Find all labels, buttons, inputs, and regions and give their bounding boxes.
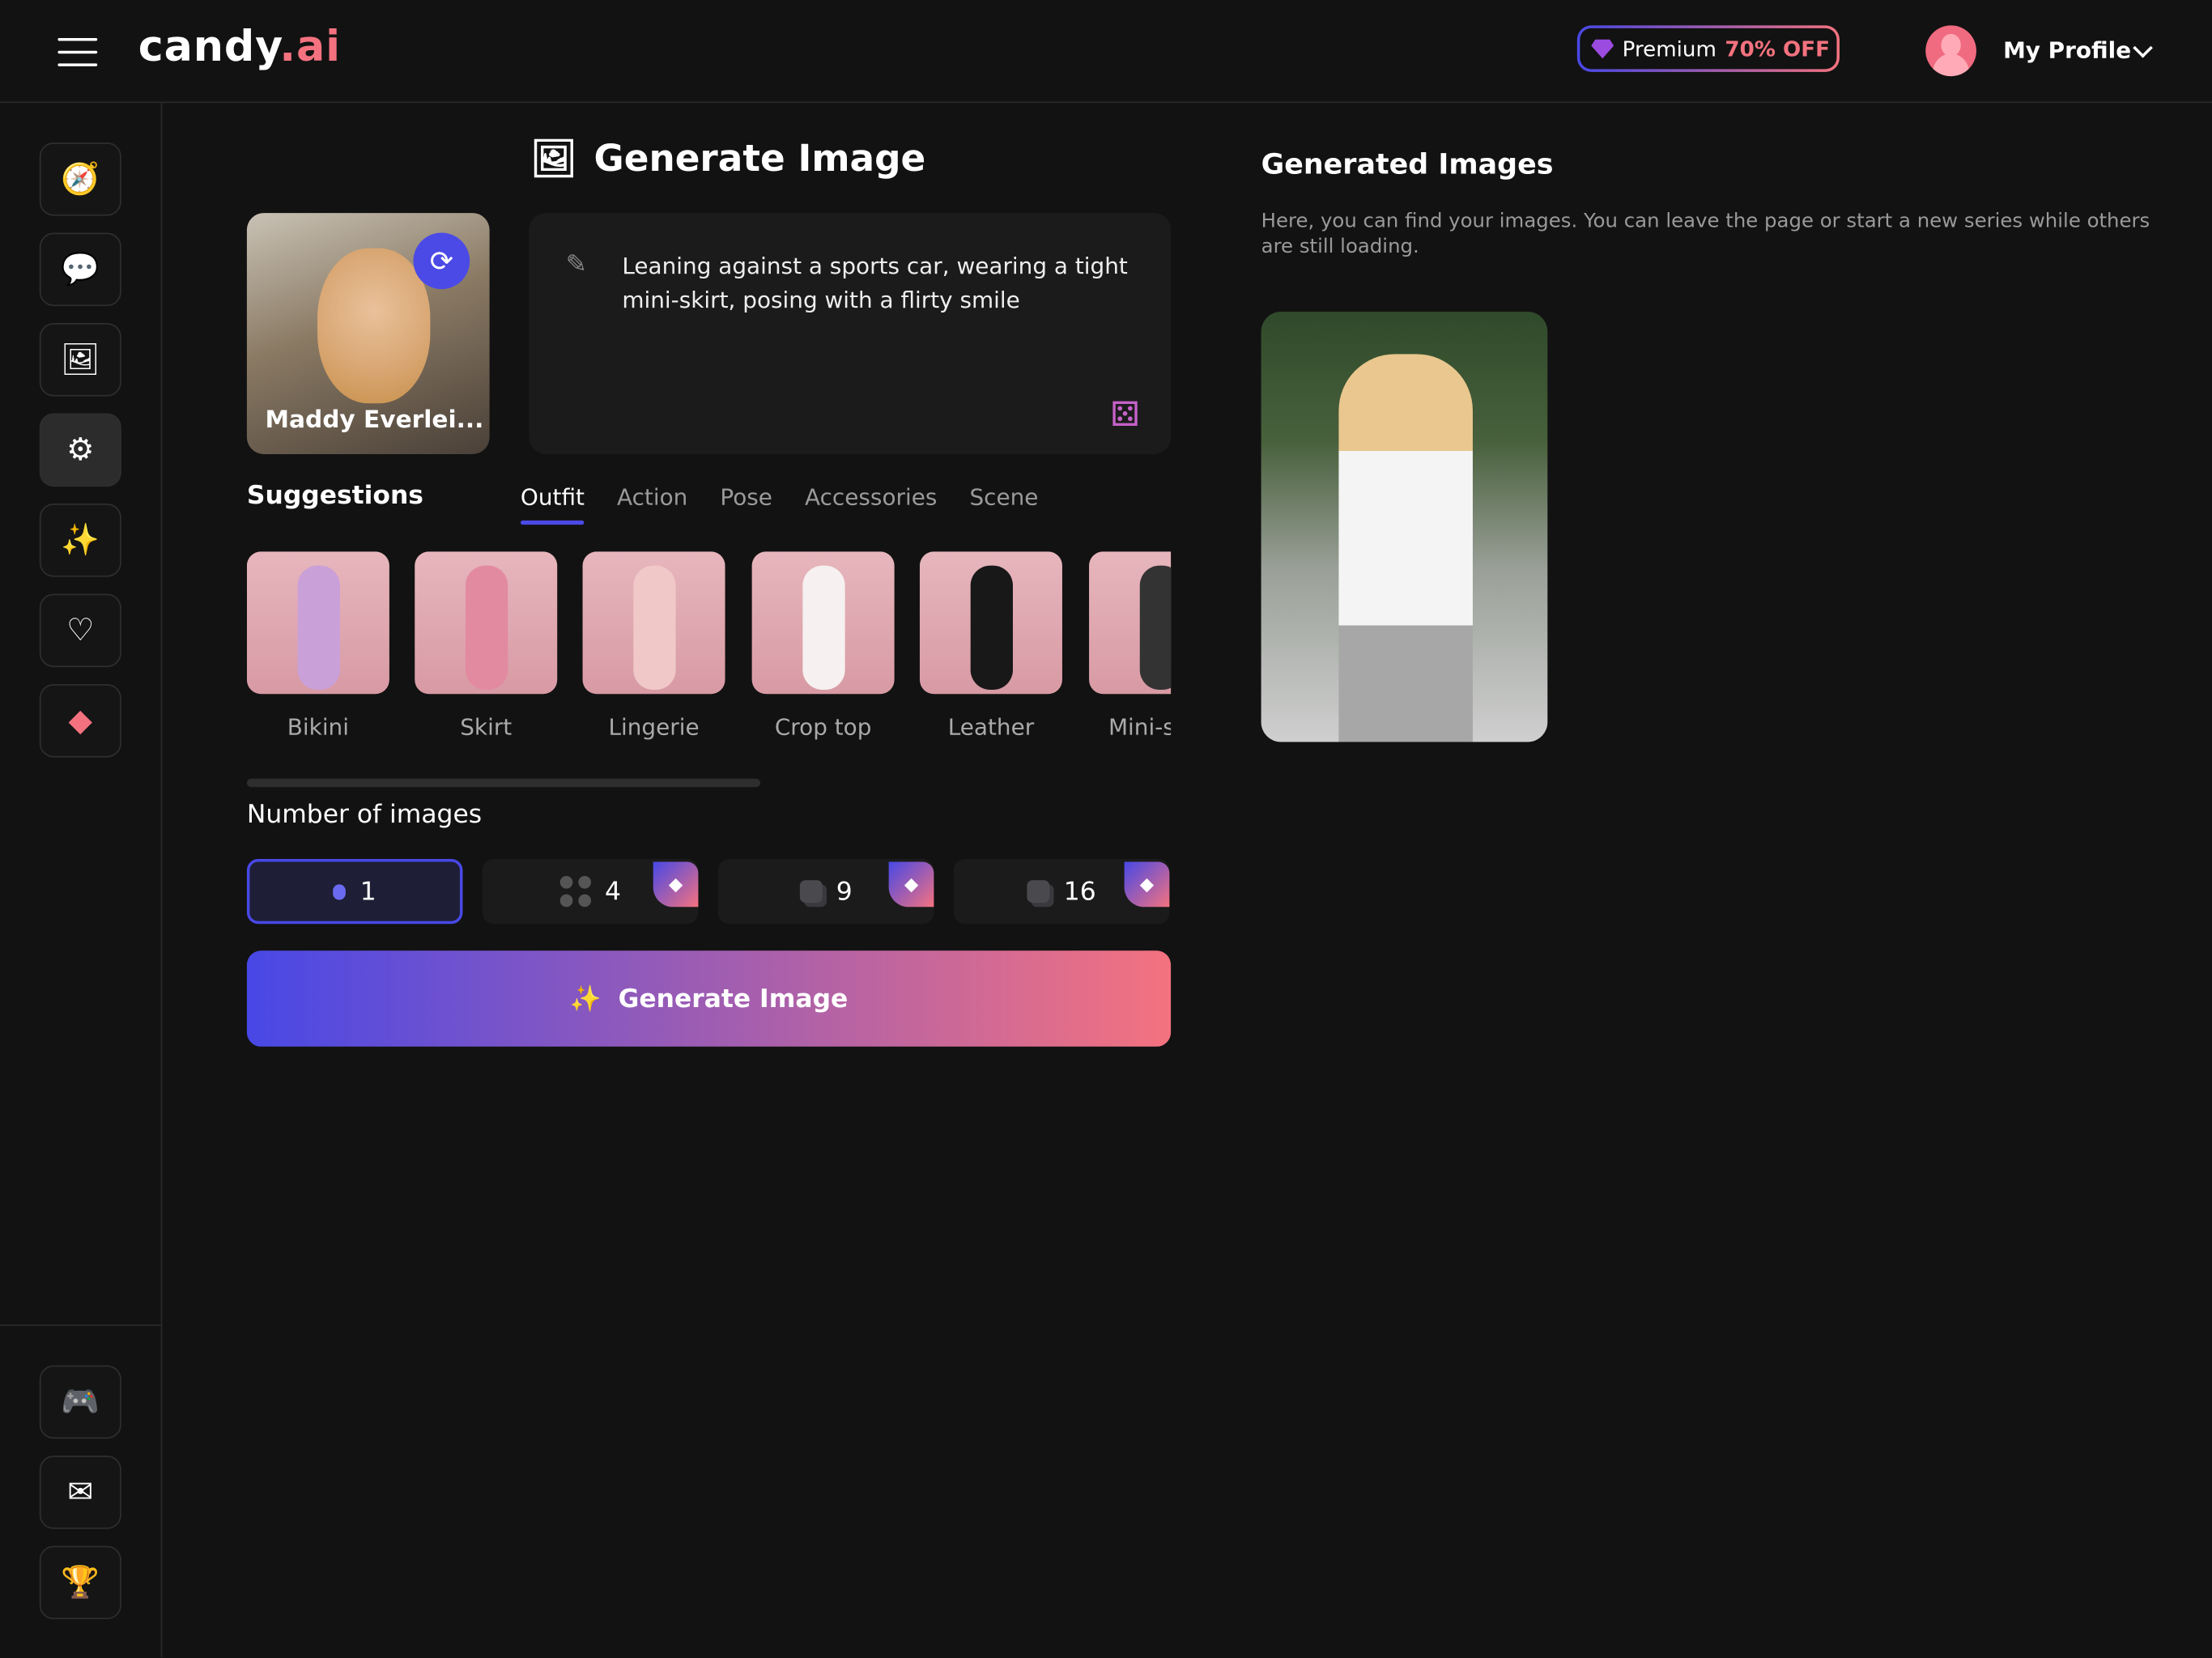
suggestions-label: Suggestions [246,481,423,511]
stack-icon [1027,880,1050,903]
outfit-label: Lingerie [608,713,700,741]
count-option-9[interactable]: 9 ◆ [717,859,934,925]
outfit-label: Mini-skirt [1108,713,1171,741]
generated-image[interactable] [1261,312,1548,742]
outfit-card[interactable]: Mini-skirt [1089,551,1172,741]
number-of-images-label: Number of images [246,799,483,830]
tab-action[interactable]: Action [617,484,687,511]
premium-offer: 70% OFF [1725,36,1830,62]
outfit-card[interactable]: Crop top [751,551,895,741]
premium-button[interactable]: Premium 70% OFF [1576,25,1840,72]
chevron-down-icon[interactable] [2133,37,2153,58]
image-plus-icon: 🖼 [530,138,577,181]
discord-icon[interactable]: 🎮 [39,1365,121,1439]
heart-icon[interactable]: ♡ [39,593,121,668]
page-title: 🖼 Generate Image [530,138,925,181]
logo[interactable]: candy.ai [138,23,341,72]
ai-generate-icon[interactable]: ⚙ [39,413,121,487]
outfit-label: Crop top [774,713,872,741]
gem-icon [1591,38,1614,59]
chat-icon[interactable]: 💬 [39,232,121,307]
premium-diamond-icon: ◆ [1124,861,1170,908]
outfit-card[interactable]: Lingerie [582,551,725,741]
tab-accessories[interactable]: Accessories [805,484,937,511]
stack-icon [799,880,823,903]
premium-diamond-icon: ◆ [888,861,934,908]
logo-accent: .ai [279,22,341,72]
suggestion-tabs: Outfit Action Pose Accessories Scene [520,484,1038,525]
top-bar: candy.ai Premium 70% OFF My Profile [0,0,2212,104]
count-option-1[interactable]: 1 [246,859,463,925]
dice-icon[interactable]: ⚄ [1110,395,1139,435]
swap-character-icon[interactable]: ⟳ [413,232,470,290]
pen-icon: ✎ [565,249,587,279]
profile-menu[interactable]: My Profile [2003,36,2131,63]
generate-image-button[interactable]: ✨ Generate Image [246,950,1172,1047]
count-label: 4 [605,876,621,907]
magic-wand-icon[interactable]: ✨ [39,504,121,577]
prompt-input[interactable]: ✎ Leaning against a sports car, wearing a… [529,213,1172,455]
magic-wand-icon: ✨ [569,984,602,1014]
trophy-icon[interactable]: 🏆 [39,1545,121,1620]
sidebar: 🧭 💬 🖼 ⚙ ✨ ♡ ◆ 🎮 ✉ 🏆 [0,103,163,1658]
outfit-card[interactable]: Leather [919,551,1062,741]
premium-label: Premium [1622,36,1716,62]
count-option-16[interactable]: 16 ◆ [953,859,1170,925]
compass-icon[interactable]: 🧭 [39,142,121,216]
outfit-label: Leather [947,713,1035,741]
menu-icon[interactable] [57,38,98,66]
scrollbar[interactable] [246,778,761,788]
generated-images-description: Here, you can find your images. You can … [1261,210,2150,258]
grid-icon [559,875,591,908]
character-name: Maddy Everlei... [265,406,484,435]
premium-diamond-icon: ◆ [653,861,699,908]
outfit-card[interactable]: Skirt [415,551,558,741]
prompt-text[interactable]: Leaning against a sports car, wearing a … [622,249,1144,317]
outfit-card[interactable]: Bikini [246,551,389,741]
count-label: 1 [359,876,376,907]
tab-pose[interactable]: Pose [720,484,772,511]
page-title-text: Generate Image [593,138,926,181]
divider [0,1324,161,1326]
count-label: 16 [1063,876,1096,907]
outfit-label: Bikini [287,713,349,741]
logo-text: candy [138,22,280,72]
outfit-label: Skirt [460,713,513,741]
character-card[interactable]: ⟳ Maddy Everlei... [246,213,490,455]
count-option-4[interactable]: 4 ◆ [482,859,699,925]
generated-images-title: Generated Images [1261,147,1554,181]
count-label: 9 [836,876,853,907]
contact-icon[interactable]: ✉ [39,1456,121,1529]
generate-label: Generate Image [618,984,849,1014]
avatar[interactable] [1925,25,1976,77]
tab-outfit[interactable]: Outfit [520,484,585,525]
gallery-icon[interactable]: 🖼 [39,322,121,397]
outfit-list: Bikini Skirt Lingerie Crop top Leather M… [246,551,1172,763]
single-dot-icon [333,883,347,899]
diamond-icon[interactable]: ◆ [39,684,121,758]
tab-scene[interactable]: Scene [969,484,1038,511]
